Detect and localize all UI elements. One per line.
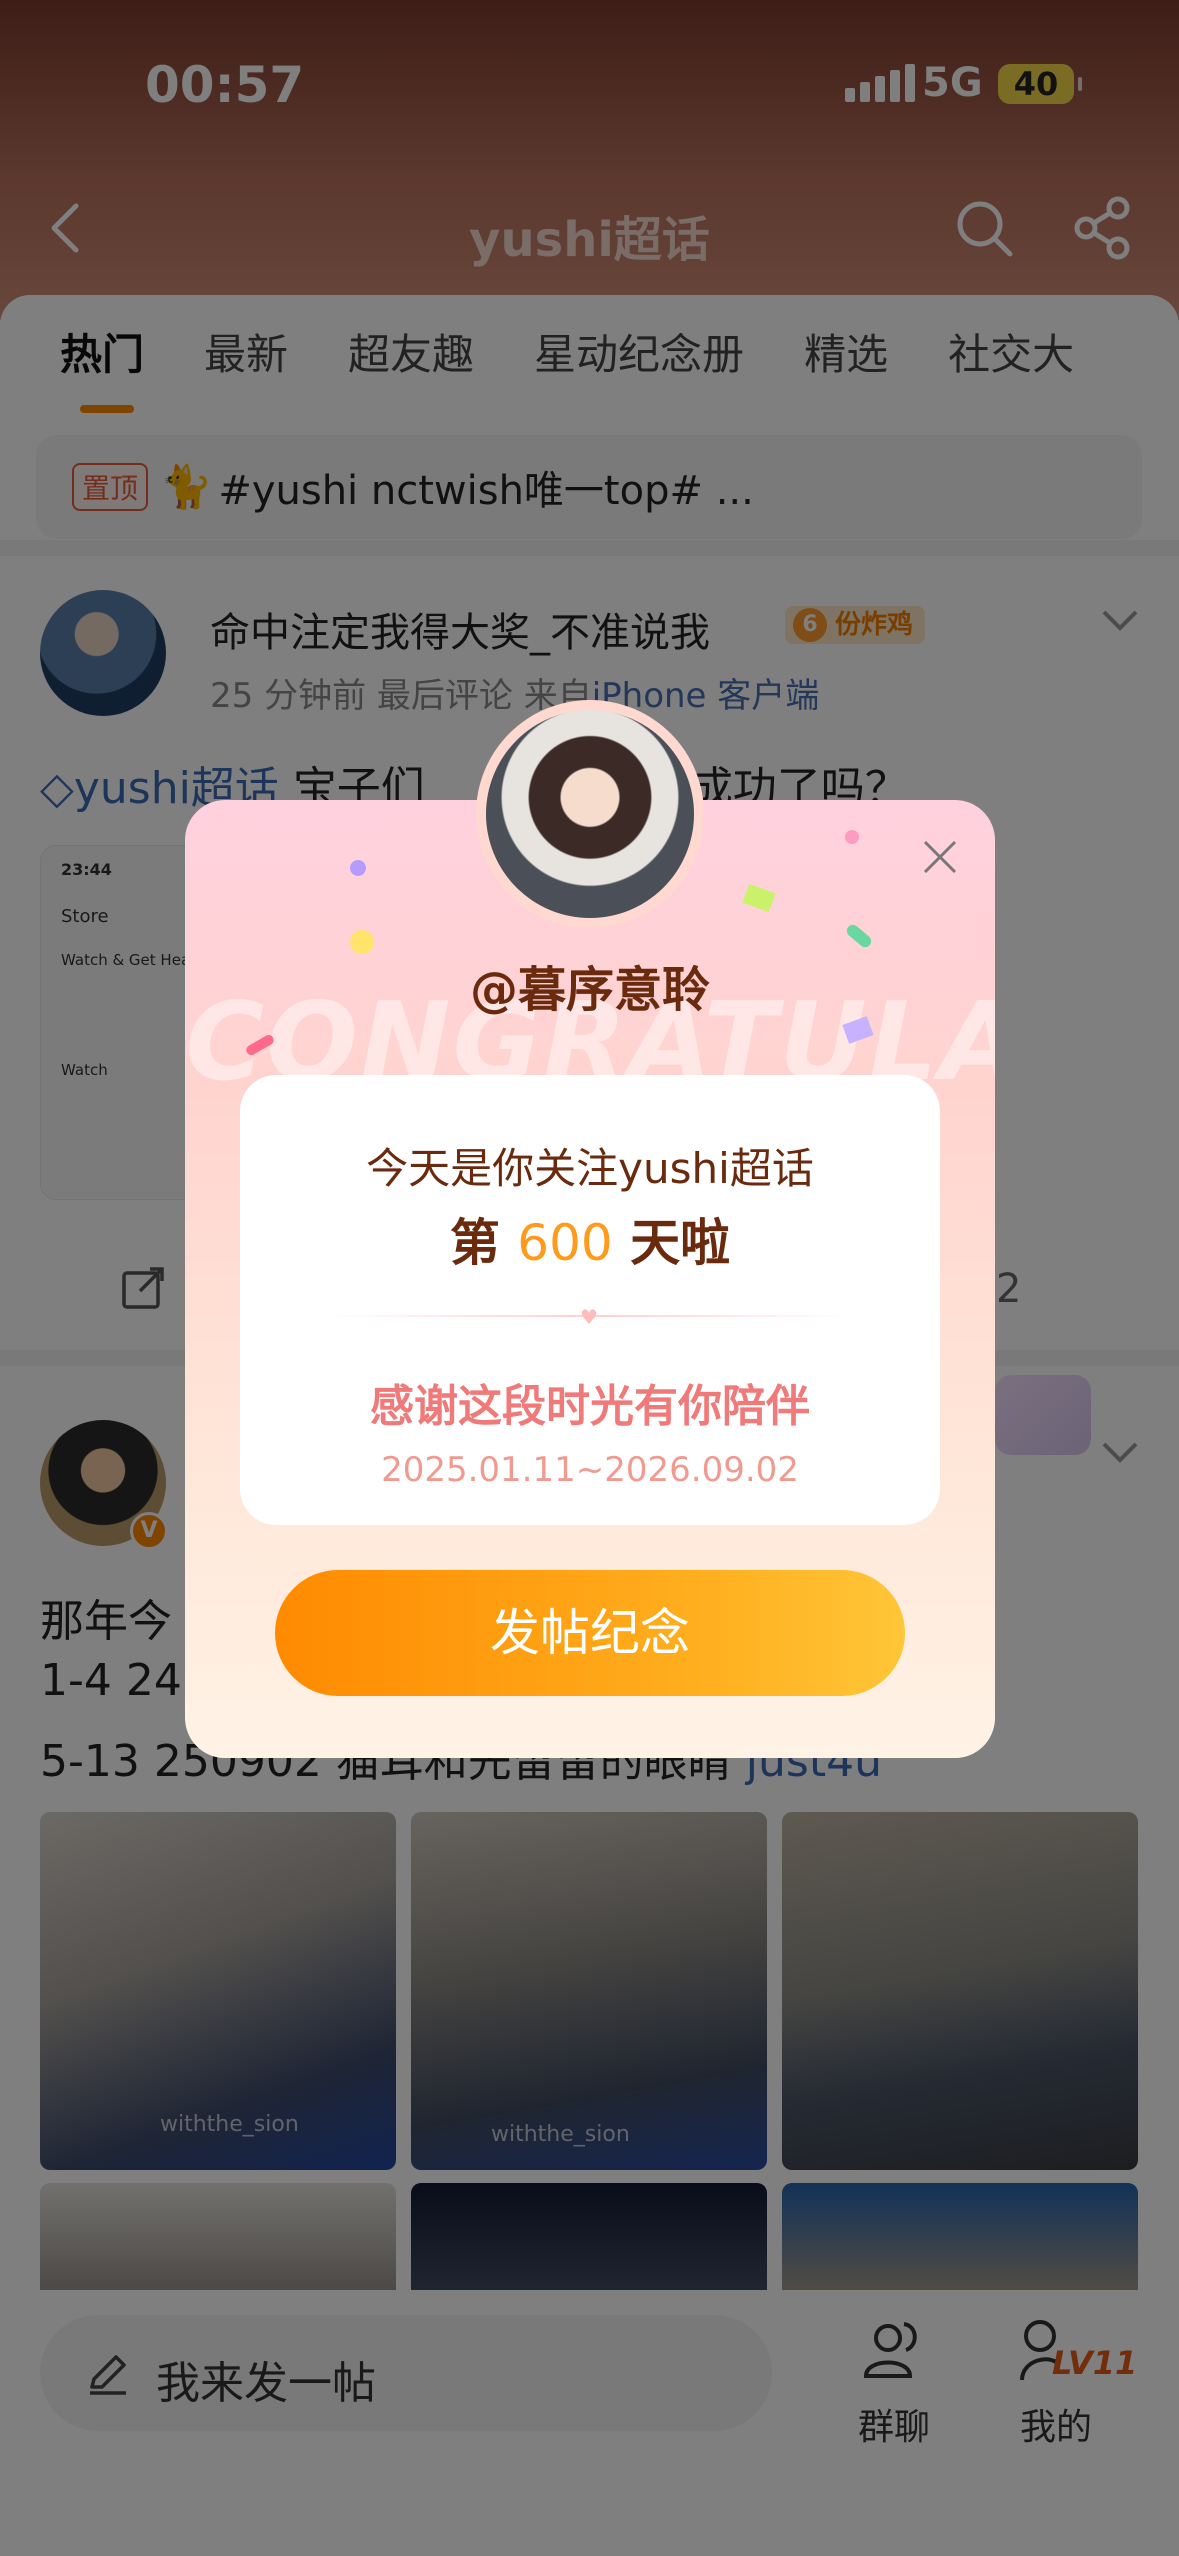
heart-icon: ♥ bbox=[580, 1305, 598, 1329]
confetti bbox=[844, 922, 874, 950]
anniversary-card: 今天是你关注yushi超话 第 600 天啦 ♥ 感谢这段时光有你陪伴 2025… bbox=[240, 1075, 940, 1525]
avatar-photo bbox=[486, 710, 694, 918]
confetti bbox=[350, 860, 366, 876]
post-memorial-button[interactable]: 发帖纪念 bbox=[275, 1570, 905, 1696]
confetti bbox=[845, 830, 859, 844]
user-avatar bbox=[476, 700, 704, 928]
days-text: 第 600 天啦 bbox=[240, 1203, 940, 1275]
confetti bbox=[742, 883, 776, 913]
days-prefix: 第 bbox=[449, 1214, 500, 1272]
user-handle: @暮序意聆 bbox=[469, 962, 710, 1018]
thanks-text: 感谢这段时光有你陪伴 bbox=[370, 1381, 810, 1432]
days-count: 600 bbox=[517, 1214, 613, 1272]
anniversary-dialog: CONGRATULATE @暮序意聆 今天是你关注yushi超话 第 600 天… bbox=[185, 800, 995, 1758]
close-icon[interactable] bbox=[915, 832, 965, 882]
days-suffix: 天啦 bbox=[630, 1214, 731, 1272]
follow-text: 今天是你关注yushi超话 bbox=[366, 1144, 814, 1193]
app-screen: 00:57 5G 40 yushi超话 热门 最新 超友趣 星动纪念册 精选 社… bbox=[0, 0, 1179, 2556]
date-range: 2025.01.11~2026.09.02 bbox=[381, 1450, 799, 1490]
